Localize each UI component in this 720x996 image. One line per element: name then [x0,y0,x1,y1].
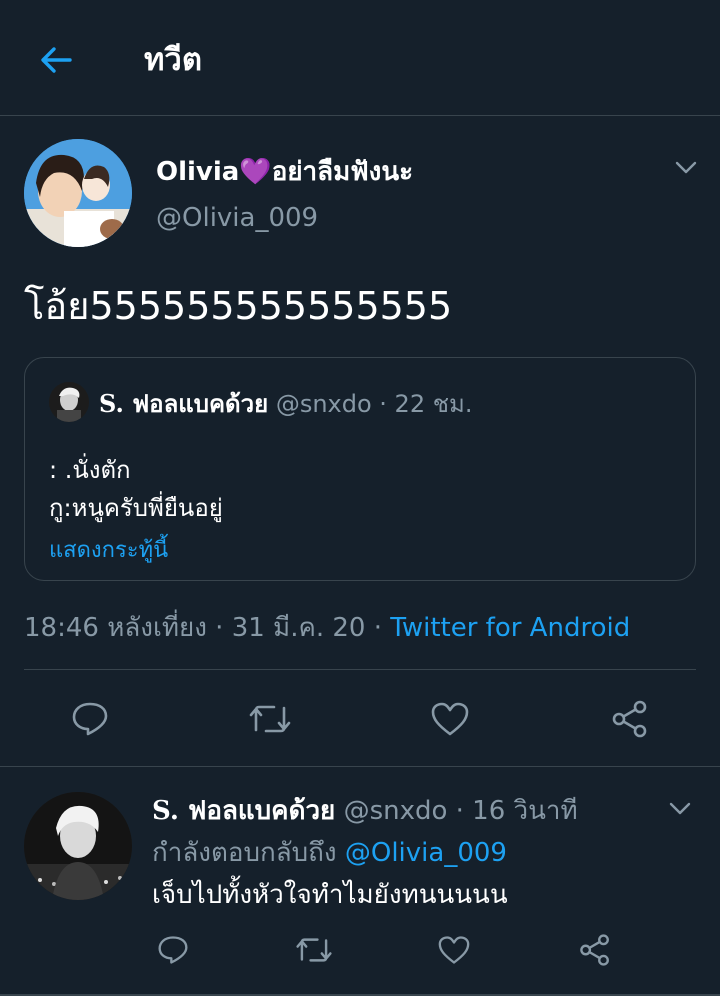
quoted-text-line: : .นั่งตัก [49,456,131,484]
reply-button[interactable] [149,926,197,974]
like-button[interactable] [430,926,478,974]
show-thread-link[interactable]: แสดงกระทู้นี้ [49,532,168,567]
quoted-avatar[interactable] [49,382,89,422]
like-button[interactable] [426,695,474,743]
tweet-text: โอ้ย555555555555555 [24,284,453,328]
retweet-button[interactable] [290,926,338,974]
avatar[interactable] [24,139,132,247]
reply-header: S. ฟอลแบคด้วย @snxdo · 16 วินาที [152,790,578,831]
top-bar: ทวีต [0,0,720,116]
share-icon [612,700,647,738]
avatar[interactable] [24,792,132,900]
replying-to: กำลังตอบกลับถึง @Olivia_009 [152,832,507,873]
share-button[interactable] [606,695,654,743]
replying-to-label: กำลังตอบกลับถึง [152,838,345,868]
quoted-tweet[interactable]: S. ฟอลแบคด้วย @snxdo · 22 ชม. : .นั่งตัก… [24,357,696,581]
replying-to-handle[interactable]: @Olivia_009 [345,838,507,868]
share-button[interactable] [571,926,619,974]
like-icon [431,702,469,736]
page-title: ทวีต [144,42,202,78]
timestamp: 18:46 หลังเที่ยง · 31 มี.ค. 20 · [24,613,391,643]
quoted-text-line: กู:หนูครับพี่ยืนอยู่ [49,494,223,522]
share-icon [580,934,609,966]
reply-icon [72,702,108,736]
quoted-handle-time: @snxdo · 22 ชม. [275,390,473,418]
arrow-left-icon [41,47,72,73]
back-button[interactable] [32,36,80,84]
chevron-down-icon [669,802,691,815]
reply-icon [158,936,188,964]
handle-time: @snxdo · 16 วินาที [343,796,578,826]
tweet-text: เจ็บไปทั้งหัวใจทำไมยังทนนนนน [152,880,508,910]
quoted-display-name: S. ฟอลแบคด้วย [99,389,269,418]
more-options-button[interactable] [668,153,704,183]
divider [24,669,696,670]
avatar-image [24,139,132,247]
retweet-button[interactable] [246,695,294,743]
retweet-icon [249,705,291,733]
user-handle[interactable]: @Olivia_009 [156,203,318,233]
reply-tweet[interactable]: S. ฟอลแบคด้วย @snxdo · 16 วินาที กำลังตอ… [0,768,720,996]
quoted-header: S. ฟอลแบคด้วย @snxdo · 22 ชม. [99,384,472,423]
source-link[interactable]: Twitter for Android [390,613,630,643]
main-tweet: Olivia💜อย่าลืมฟังนะ @Olivia_009 โอ้ย5555… [0,117,720,767]
display-name[interactable]: S. ฟอลแบคด้วย [152,796,335,826]
like-icon [438,936,470,964]
more-options-button[interactable] [662,794,698,824]
avatar-image [24,792,132,900]
chevron-down-icon [675,161,697,174]
tweet-metadata: 18:46 หลังเที่ยง · 31 มี.ค. 20 · Twitter… [24,607,630,648]
reply-button[interactable] [66,695,114,743]
retweet-icon [296,938,332,962]
avatar-image [49,382,89,422]
display-name[interactable]: Olivia💜อย่าลืมฟังนะ [156,151,413,192]
